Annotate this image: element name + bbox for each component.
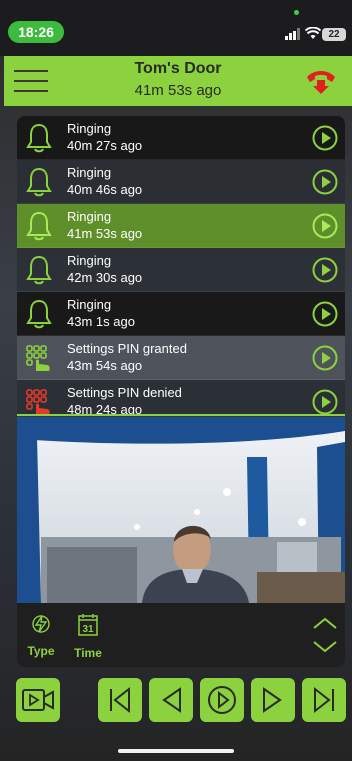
hang-up-icon[interactable]: [304, 66, 338, 96]
play-button[interactable]: [200, 678, 244, 722]
event-time: 42m 30s ago: [67, 269, 143, 285]
status-bar: 18:26 22: [0, 0, 352, 56]
play-icon[interactable]: [312, 213, 338, 239]
app-header: Tom's Door 41m 53s ago: [4, 56, 352, 106]
keypad-denied-icon: [26, 388, 50, 414]
expand-collapse-chevron-icon[interactable]: [311, 615, 339, 655]
status-time: 18:26: [8, 21, 64, 43]
lightning-icon: [32, 615, 50, 633]
play-icon[interactable]: [312, 389, 338, 415]
event-time: 48m 24s ago: [67, 401, 143, 416]
office-scene-image: [17, 417, 345, 603]
event-title: Settings PIN granted: [67, 340, 187, 356]
last-event-time: 41m 53s ago: [134, 82, 222, 99]
bell-icon: [26, 123, 52, 152]
event-row[interactable]: Ringing 40m 27s ago: [17, 116, 345, 160]
bell-icon: [26, 167, 52, 196]
play-icon[interactable]: [312, 345, 338, 371]
previous-event-button[interactable]: [149, 678, 193, 722]
event-time: 43m 1s ago: [67, 313, 135, 329]
event-list: Ringing 40m 27s ago Ringing 40m 46s ago …: [17, 116, 345, 416]
next-event-button[interactable]: [251, 678, 295, 722]
event-row[interactable]: Ringing 40m 46s ago: [17, 160, 345, 204]
previous-icon: [162, 687, 181, 713]
camera-snapshot[interactable]: [17, 417, 345, 603]
filter-bar: Type 31 Time: [17, 603, 345, 667]
first-event-button[interactable]: [98, 678, 142, 722]
calendar-icon: 31: [78, 614, 98, 636]
event-time: 41m 53s ago: [67, 225, 143, 241]
home-indicator[interactable]: [118, 749, 234, 753]
event-row[interactable]: Ringing 43m 1s ago: [17, 292, 345, 336]
skip-last-icon: [314, 686, 334, 714]
event-title: Ringing: [67, 252, 112, 268]
event-time: 40m 27s ago: [67, 137, 143, 153]
event-title: Ringing: [67, 164, 112, 180]
event-title: Ringing: [67, 120, 112, 136]
cellular-signal-icon: [285, 28, 300, 40]
event-row[interactable]: Settings PIN denied 48m 24s ago: [17, 380, 345, 416]
battery-level: 22: [328, 29, 340, 40]
bell-icon: [26, 255, 52, 284]
event-title: Ringing: [67, 296, 112, 312]
play-icon[interactable]: [312, 125, 338, 151]
last-event-button[interactable]: [302, 678, 346, 722]
event-time: 43m 54s ago: [67, 357, 143, 373]
event-title: Settings PIN denied: [67, 384, 182, 400]
event-time: 40m 46s ago: [67, 181, 143, 197]
video-camera-icon: [22, 689, 54, 711]
play-icon[interactable]: [312, 169, 338, 195]
wifi-icon: [305, 27, 321, 39]
event-row[interactable]: Settings PIN granted 43m 54s ago: [17, 336, 345, 380]
video-record-button[interactable]: [16, 678, 60, 722]
filter-type-label: Type: [27, 644, 55, 658]
door-name: Tom's Door: [134, 60, 222, 77]
battery-icon: 22: [322, 28, 346, 41]
event-row[interactable]: Ringing 42m 30s ago: [17, 248, 345, 292]
event-row-selected[interactable]: Ringing 41m 53s ago: [17, 204, 345, 248]
skip-first-icon: [110, 686, 130, 714]
bell-icon: [26, 211, 52, 240]
privacy-indicator-dot: [294, 10, 299, 15]
event-title: Ringing: [67, 208, 112, 224]
play-circle-icon: [208, 686, 236, 714]
filter-time-button[interactable]: 31 Time: [68, 613, 108, 660]
keypad-granted-icon: [26, 344, 50, 371]
play-icon[interactable]: [312, 301, 338, 327]
play-icon[interactable]: [312, 257, 338, 283]
filter-time-label: Time: [74, 646, 102, 660]
bell-icon: [26, 299, 52, 328]
filter-type-button[interactable]: Type: [21, 613, 61, 658]
next-icon: [263, 687, 282, 713]
calendar-day: 31: [82, 624, 94, 635]
